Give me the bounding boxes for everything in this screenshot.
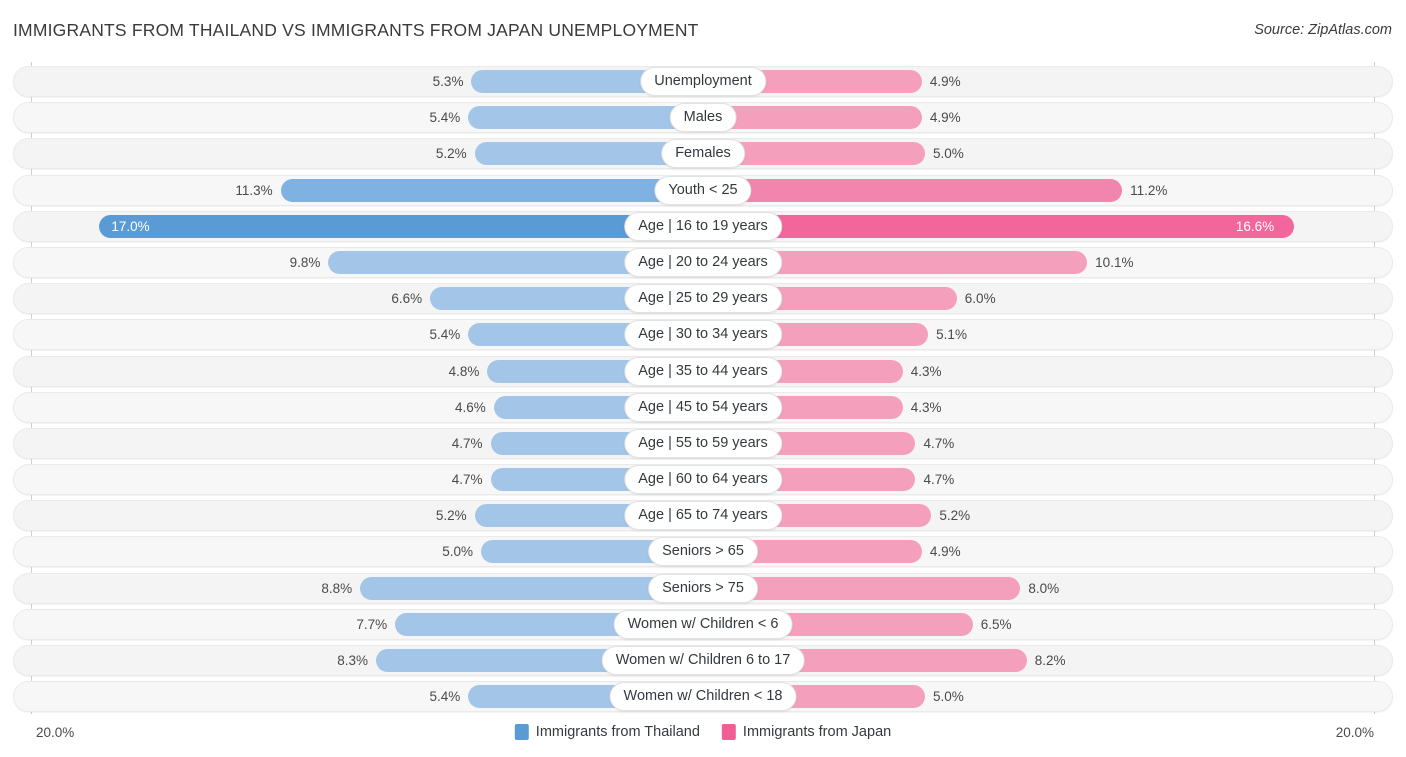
bar-value-right: 8.0%: [1028, 580, 1060, 596]
bar-right[interactable]: [703, 178, 1123, 202]
category-label: Youth < 25: [654, 175, 752, 205]
legend-label: Immigrants from Thailand: [535, 724, 700, 740]
chart-row: 5.0% 4.9% Seniors > 65: [0, 534, 1406, 570]
chart-row: 11.3% 11.2% Youth < 25: [0, 173, 1406, 209]
bar-value-left: 11.3%: [235, 182, 273, 198]
chart-page: IMMIGRANTS FROM THAILAND VS IMMIGRANTS F…: [0, 0, 1406, 757]
bar-value-left: 7.7%: [356, 616, 388, 632]
bar-value-left: 5.2%: [435, 508, 467, 524]
chart-row: 5.4% 5.0% Women w/ Children < 18: [0, 679, 1406, 715]
source-label: Source: ZipAtlas.com: [1254, 22, 1392, 38]
category-label: Women w/ Children < 6: [613, 609, 793, 639]
category-label: Age | 25 to 29 years: [624, 284, 782, 314]
category-label: Seniors > 75: [648, 573, 758, 603]
bar-value-right: 5.1%: [936, 327, 967, 343]
bar-value-left: 17.0%: [111, 218, 150, 234]
legend-item: Immigrants from Japan: [721, 724, 892, 740]
chart-footer: 20.0% 20.0% Immigrants from Thailand Immi…: [0, 715, 1406, 757]
chart-row: 6.6% 6.0% Age | 25 to 29 years: [0, 281, 1406, 317]
chart-row: 5.2% 5.0% Females: [0, 136, 1406, 172]
chart-row: 5.2% 5.2% Age | 65 to 74 years: [0, 498, 1406, 534]
category-label: Unemployment: [640, 67, 766, 96]
bar-left[interactable]: [99, 214, 703, 238]
bar-value-right: 4.7%: [923, 472, 955, 488]
legend-item: Immigrants from Thailand: [514, 724, 700, 740]
chart-row: 9.8% 10.1% Age | 20 to 24 years: [0, 245, 1406, 281]
bar-value-left: 9.8%: [289, 254, 321, 270]
page-title: IMMIGRANTS FROM THAILAND VS IMMIGRANTS F…: [13, 20, 699, 40]
bar-value-left: 6.6%: [391, 291, 423, 307]
legend-swatch-icon: [514, 724, 529, 740]
bar-value-left: 5.2%: [435, 146, 467, 162]
bar-value-right: 4.9%: [929, 110, 961, 126]
category-label: Age | 20 to 24 years: [624, 247, 782, 277]
category-label: Males: [669, 103, 737, 133]
chart-row: 4.8% 4.3% Age | 35 to 44 years: [0, 354, 1406, 390]
bar-value-left: 4.8%: [448, 363, 480, 379]
category-label: Age | 30 to 34 years: [624, 320, 782, 350]
bar-value-left: 5.3%: [432, 74, 464, 89]
bar-value-right: 10.1%: [1095, 254, 1134, 270]
bar-value-left: 5.4%: [429, 689, 461, 705]
chart-header: IMMIGRANTS FROM THAILAND VS IMMIGRANTS F…: [0, 0, 1406, 60]
bar-value-right: 4.3%: [910, 399, 942, 415]
chart-row: 8.3% 8.2% Women w/ Children 6 to 17: [0, 643, 1406, 679]
category-label: Age | 16 to 19 years: [624, 211, 782, 241]
chart-row: 5.4% 4.9% Males: [0, 100, 1406, 136]
bar-value-right: 4.7%: [923, 435, 955, 451]
bar-value-left: 4.7%: [451, 435, 483, 451]
chart-row: 7.7% 6.5% Women w/ Children < 6: [0, 607, 1406, 643]
bar-value-right: 4.9%: [929, 544, 961, 560]
category-label: Women w/ Children < 18: [609, 682, 797, 712]
category-label: Women w/ Children 6 to 17: [601, 646, 805, 675]
category-label: Age | 45 to 54 years: [624, 392, 782, 422]
bar-left[interactable]: [280, 178, 703, 202]
bar-value-left: 5.4%: [429, 327, 461, 343]
chart-row: 5.3% 4.9% Unemployment: [0, 64, 1406, 100]
legend-swatch-icon: [721, 724, 736, 740]
axis-max-left: 20.0%: [36, 725, 75, 740]
bar-value-left: 5.0%: [442, 544, 473, 560]
bar-value-right: 11.2%: [1130, 182, 1168, 198]
bar-value-right: 6.0%: [964, 291, 996, 307]
chart-legend: Immigrants from Thailand Immigrants from …: [514, 724, 892, 740]
bar-value-right: 6.5%: [980, 616, 1012, 632]
legend-label: Immigrants from Japan: [742, 724, 892, 740]
chart-row: 4.7% 4.7% Age | 55 to 59 years: [0, 426, 1406, 462]
bar-value-left: 4.7%: [451, 472, 483, 488]
bar-right[interactable]: [703, 214, 1294, 238]
bar-value-left: 8.8%: [321, 580, 353, 596]
bar-value-left: 8.3%: [337, 653, 369, 668]
bar-value-right: 8.2%: [1034, 653, 1066, 668]
chart-row: 4.6% 4.3% Age | 45 to 54 years: [0, 390, 1406, 426]
chart-row: 5.4% 5.1% Age | 30 to 34 years: [0, 317, 1406, 353]
category-label: Age | 65 to 74 years: [624, 501, 782, 531]
chart-plot-area: 5.3% 4.9% Unemployment 5.4% 4.9% Males 5.2% 5.0…: [0, 58, 1406, 718]
bar-value-left: 4.6%: [454, 399, 486, 415]
category-label: Age | 60 to 64 years: [624, 465, 782, 495]
bar-value-right: 16.6%: [1235, 218, 1275, 234]
category-label: Age | 35 to 44 years: [624, 356, 782, 386]
bar-value-right: 4.9%: [929, 74, 961, 89]
chart-row: 17.0% 16.6% Age | 16 to 19 years: [0, 209, 1406, 245]
bar-value-right: 5.0%: [933, 146, 964, 162]
category-label: Females: [661, 139, 745, 169]
chart-row: 4.7% 4.7% Age | 60 to 64 years: [0, 462, 1406, 498]
bar-left[interactable]: [468, 106, 703, 130]
chart-row: 8.8% 8.0% Seniors > 75: [0, 571, 1406, 607]
axis-max-right: 20.0%: [1335, 725, 1374, 740]
bar-value-right: 5.2%: [939, 508, 971, 524]
category-label: Age | 55 to 59 years: [624, 428, 782, 458]
bar-value-right: 5.0%: [933, 689, 964, 705]
chart-rows: 5.3% 4.9% Unemployment 5.4% 4.9% Males 5.2% 5.0…: [0, 64, 1406, 715]
bar-value-right: 4.3%: [910, 363, 942, 379]
category-label: Seniors > 65: [648, 537, 758, 567]
bar-value-left: 5.4%: [429, 110, 461, 126]
